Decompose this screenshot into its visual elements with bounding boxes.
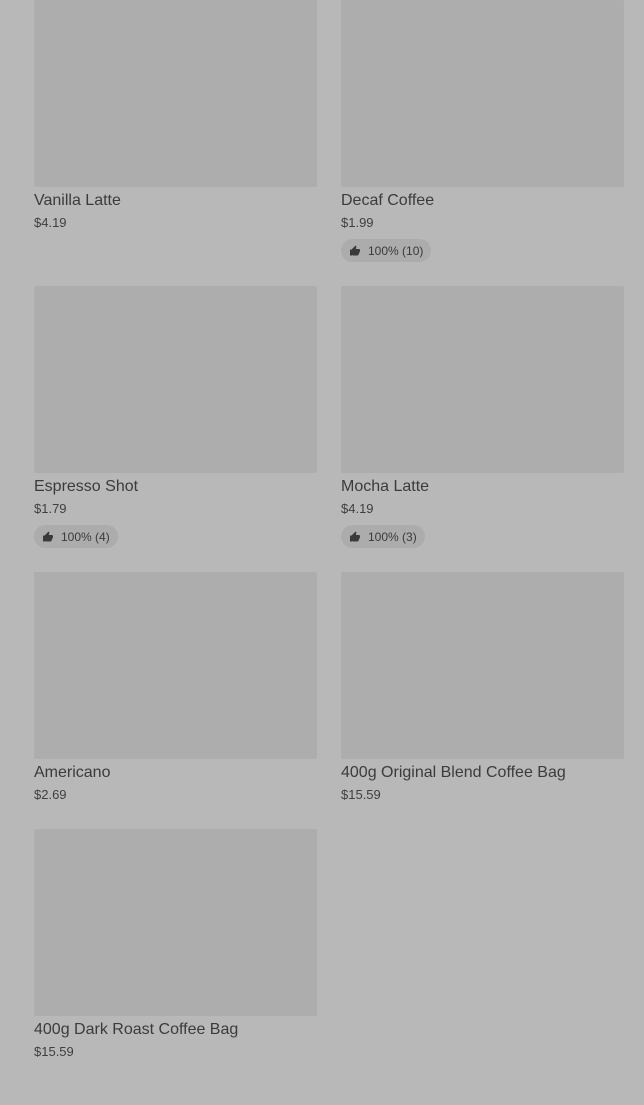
product-image[interactable]: [34, 0, 317, 187]
product-price: $15.59: [341, 787, 381, 802]
product-card[interactable]: Vanilla Latte $4.19: [34, 0, 317, 230]
product-name[interactable]: Decaf Coffee: [341, 192, 624, 210]
product-card[interactable]: Decaf Coffee $1.99 100% (10): [341, 0, 624, 262]
product-card[interactable]: 400g Dark Roast Coffee Bag $15.59: [34, 829, 317, 1059]
product-card[interactable]: Mocha Latte $4.19 100% (3): [341, 286, 624, 548]
product-grid: Vanilla Latte $4.19 Decaf Coffee $1.99 1…: [0, 0, 644, 1105]
product-name[interactable]: Vanilla Latte: [34, 192, 317, 210]
product-image[interactable]: [34, 572, 317, 759]
product-image[interactable]: [341, 0, 624, 187]
product-image[interactable]: [34, 829, 317, 1016]
product-name[interactable]: Americano: [34, 764, 317, 782]
product-name[interactable]: 400g Original Blend Coffee Bag: [341, 764, 624, 782]
rating-text: 100% (4): [61, 529, 110, 544]
product-name[interactable]: 400g Dark Roast Coffee Bag: [34, 1021, 317, 1039]
product-price: $1.79: [34, 501, 67, 516]
product-price: $1.99: [341, 215, 374, 230]
product-price: $4.19: [34, 215, 67, 230]
rating-text: 100% (10): [368, 243, 424, 258]
rating-text: 100% (3): [368, 529, 417, 544]
product-price: $15.59: [34, 1044, 74, 1059]
thumbs-up-icon: [350, 245, 360, 255]
rating-badge: 100% (4): [34, 525, 118, 548]
product-price: $4.19: [341, 501, 374, 516]
rating-badge: 100% (10): [341, 239, 432, 262]
product-card[interactable]: Espresso Shot $1.79 100% (4): [34, 286, 317, 548]
product-image[interactable]: [34, 286, 317, 473]
thumbs-up-icon: [350, 531, 360, 541]
product-image[interactable]: [341, 286, 624, 473]
product-name[interactable]: Mocha Latte: [341, 478, 624, 496]
rating-badge: 100% (3): [341, 525, 425, 548]
product-name[interactable]: Espresso Shot: [34, 478, 317, 496]
product-price: $2.69: [34, 787, 67, 802]
product-card[interactable]: Americano $2.69: [34, 572, 317, 802]
product-image[interactable]: [341, 572, 624, 759]
thumbs-up-icon: [43, 531, 53, 541]
product-card[interactable]: 400g Original Blend Coffee Bag $15.59: [341, 572, 624, 802]
